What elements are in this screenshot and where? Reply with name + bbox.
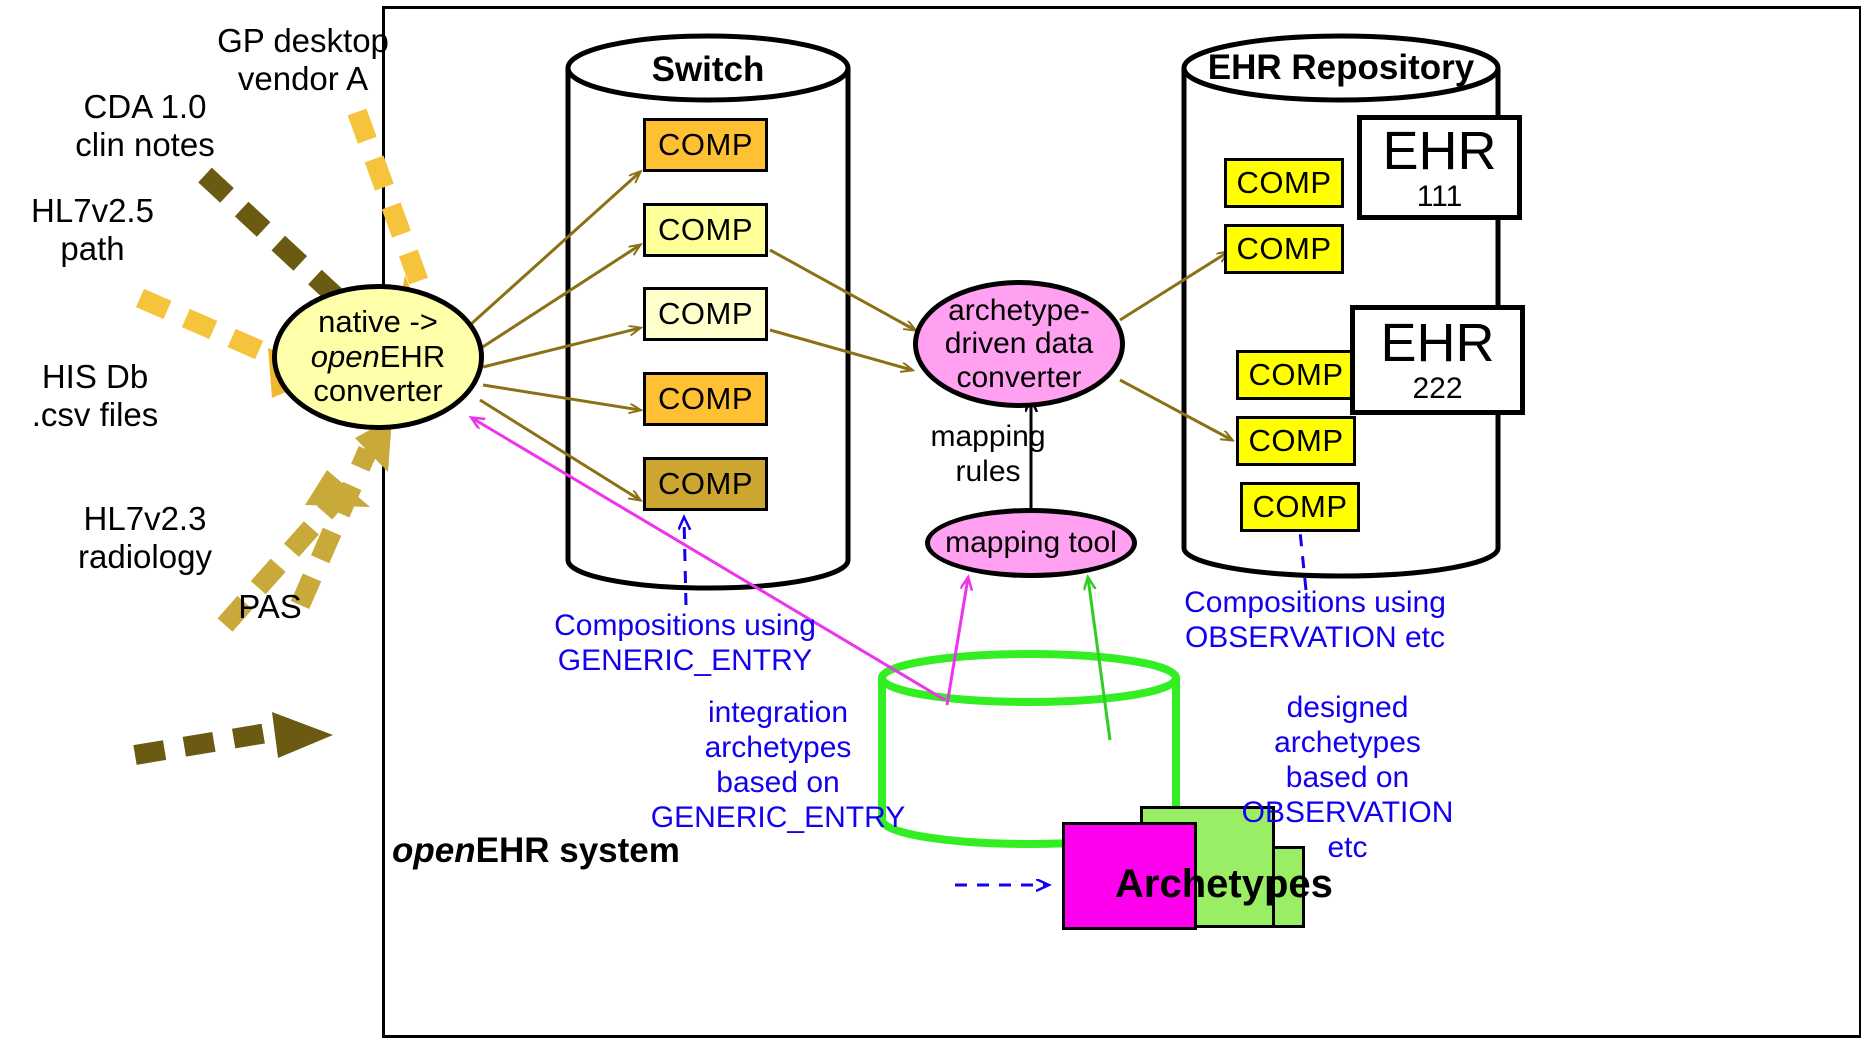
ehr-comp-4[interactable]: COMP	[1236, 416, 1356, 466]
ehr-comp-1-label: COMP	[1236, 165, 1332, 200]
source-label-cda-clin-notes: CDA 1.0 clin notes	[75, 88, 215, 164]
converter-line-2-italic: open	[310, 338, 380, 374]
mapping-tool-node[interactable]: mapping tool	[925, 508, 1137, 578]
switch-comp-3-label: COMP	[658, 296, 753, 331]
switch-comp-4-label: COMP	[658, 381, 753, 416]
source-label-pas: PAS	[238, 588, 302, 625]
switch-comp-1-label: COMP	[658, 127, 753, 162]
note-compositions-observation: Compositions using OBSERVATION etc	[1184, 586, 1446, 655]
archetype-converter-line-1: archetype-	[948, 293, 1090, 327]
openehr-system-label: openEHR system	[392, 831, 680, 871]
ehr-comp-1[interactable]: COMP	[1224, 158, 1344, 208]
note-compositions-generic-entry: Compositions using GENERIC_ENTRY	[554, 609, 816, 678]
switch-comp-2-label: COMP	[658, 212, 753, 247]
converter-line-1: native ->	[318, 303, 438, 339]
ehr-repository-title: EHR Repository	[1207, 48, 1475, 87]
ehr-comp-3-label: COMP	[1248, 357, 1344, 392]
archetype-converter-line-2: driven data	[944, 327, 1094, 361]
native-openehr-converter-node[interactable]: native -> openEHR converter	[272, 284, 484, 430]
converter-line-2-rest: EHR	[379, 338, 446, 374]
ehr-comp-2[interactable]: COMP	[1224, 224, 1344, 274]
switch-comp-3[interactable]: COMP	[643, 287, 768, 341]
ehr-record-111-title: EHR	[1382, 120, 1497, 181]
source-label-his-db-csv: HIS Db .csv files	[31, 358, 159, 434]
mapping-tool-label: mapping tool	[945, 526, 1117, 560]
archetypes-label: Archetypes	[1115, 862, 1333, 906]
ehr-record-111[interactable]: EHR 111	[1357, 115, 1522, 220]
ehr-record-222-id: 222	[1412, 372, 1463, 405]
diagram-canvas: openEHR system GP desktop vendor A CDA 1…	[0, 0, 1861, 1038]
archetype-converter-line-3: converter	[956, 360, 1082, 394]
source-label-hl7v25-path: HL7v2.5 path	[31, 192, 154, 268]
ehr-record-222-title: EHR	[1380, 313, 1495, 373]
openehr-system-label-prefix: open	[392, 831, 476, 870]
ehr-comp-3[interactable]: COMP	[1236, 350, 1356, 400]
ehr-record-111-id: 111	[1416, 179, 1463, 213]
ehr-comp-2-label: COMP	[1236, 231, 1332, 266]
switch-title: Switch	[651, 50, 765, 89]
converter-line-3: converter	[313, 373, 443, 409]
ehr-comp-5[interactable]: COMP	[1240, 482, 1360, 532]
note-integration-archetypes: integration archetypes based on GENERIC_…	[650, 696, 906, 835]
switch-comp-2[interactable]: COMP	[643, 203, 768, 257]
switch-comp-5[interactable]: COMP	[643, 457, 768, 511]
source-label-hl7v23-radiology: HL7v2.3 radiology	[78, 500, 212, 576]
ehr-comp-5-label: COMP	[1252, 489, 1348, 524]
ehr-record-222[interactable]: EHR 222	[1350, 305, 1525, 415]
openehr-system-label-suffix: EHR system	[475, 831, 680, 870]
archetype-driven-data-converter-node[interactable]: archetype- driven data converter	[913, 280, 1125, 408]
switch-comp-1[interactable]: COMP	[643, 118, 768, 172]
switch-comp-4[interactable]: COMP	[643, 372, 768, 426]
ehr-comp-4-label: COMP	[1248, 423, 1344, 458]
note-designed-archetypes: designed archetypes based on OBSERVATION…	[1241, 691, 1454, 865]
mapping-rules-label: mapping rules	[930, 420, 1046, 488]
switch-comp-5-label: COMP	[658, 466, 753, 501]
